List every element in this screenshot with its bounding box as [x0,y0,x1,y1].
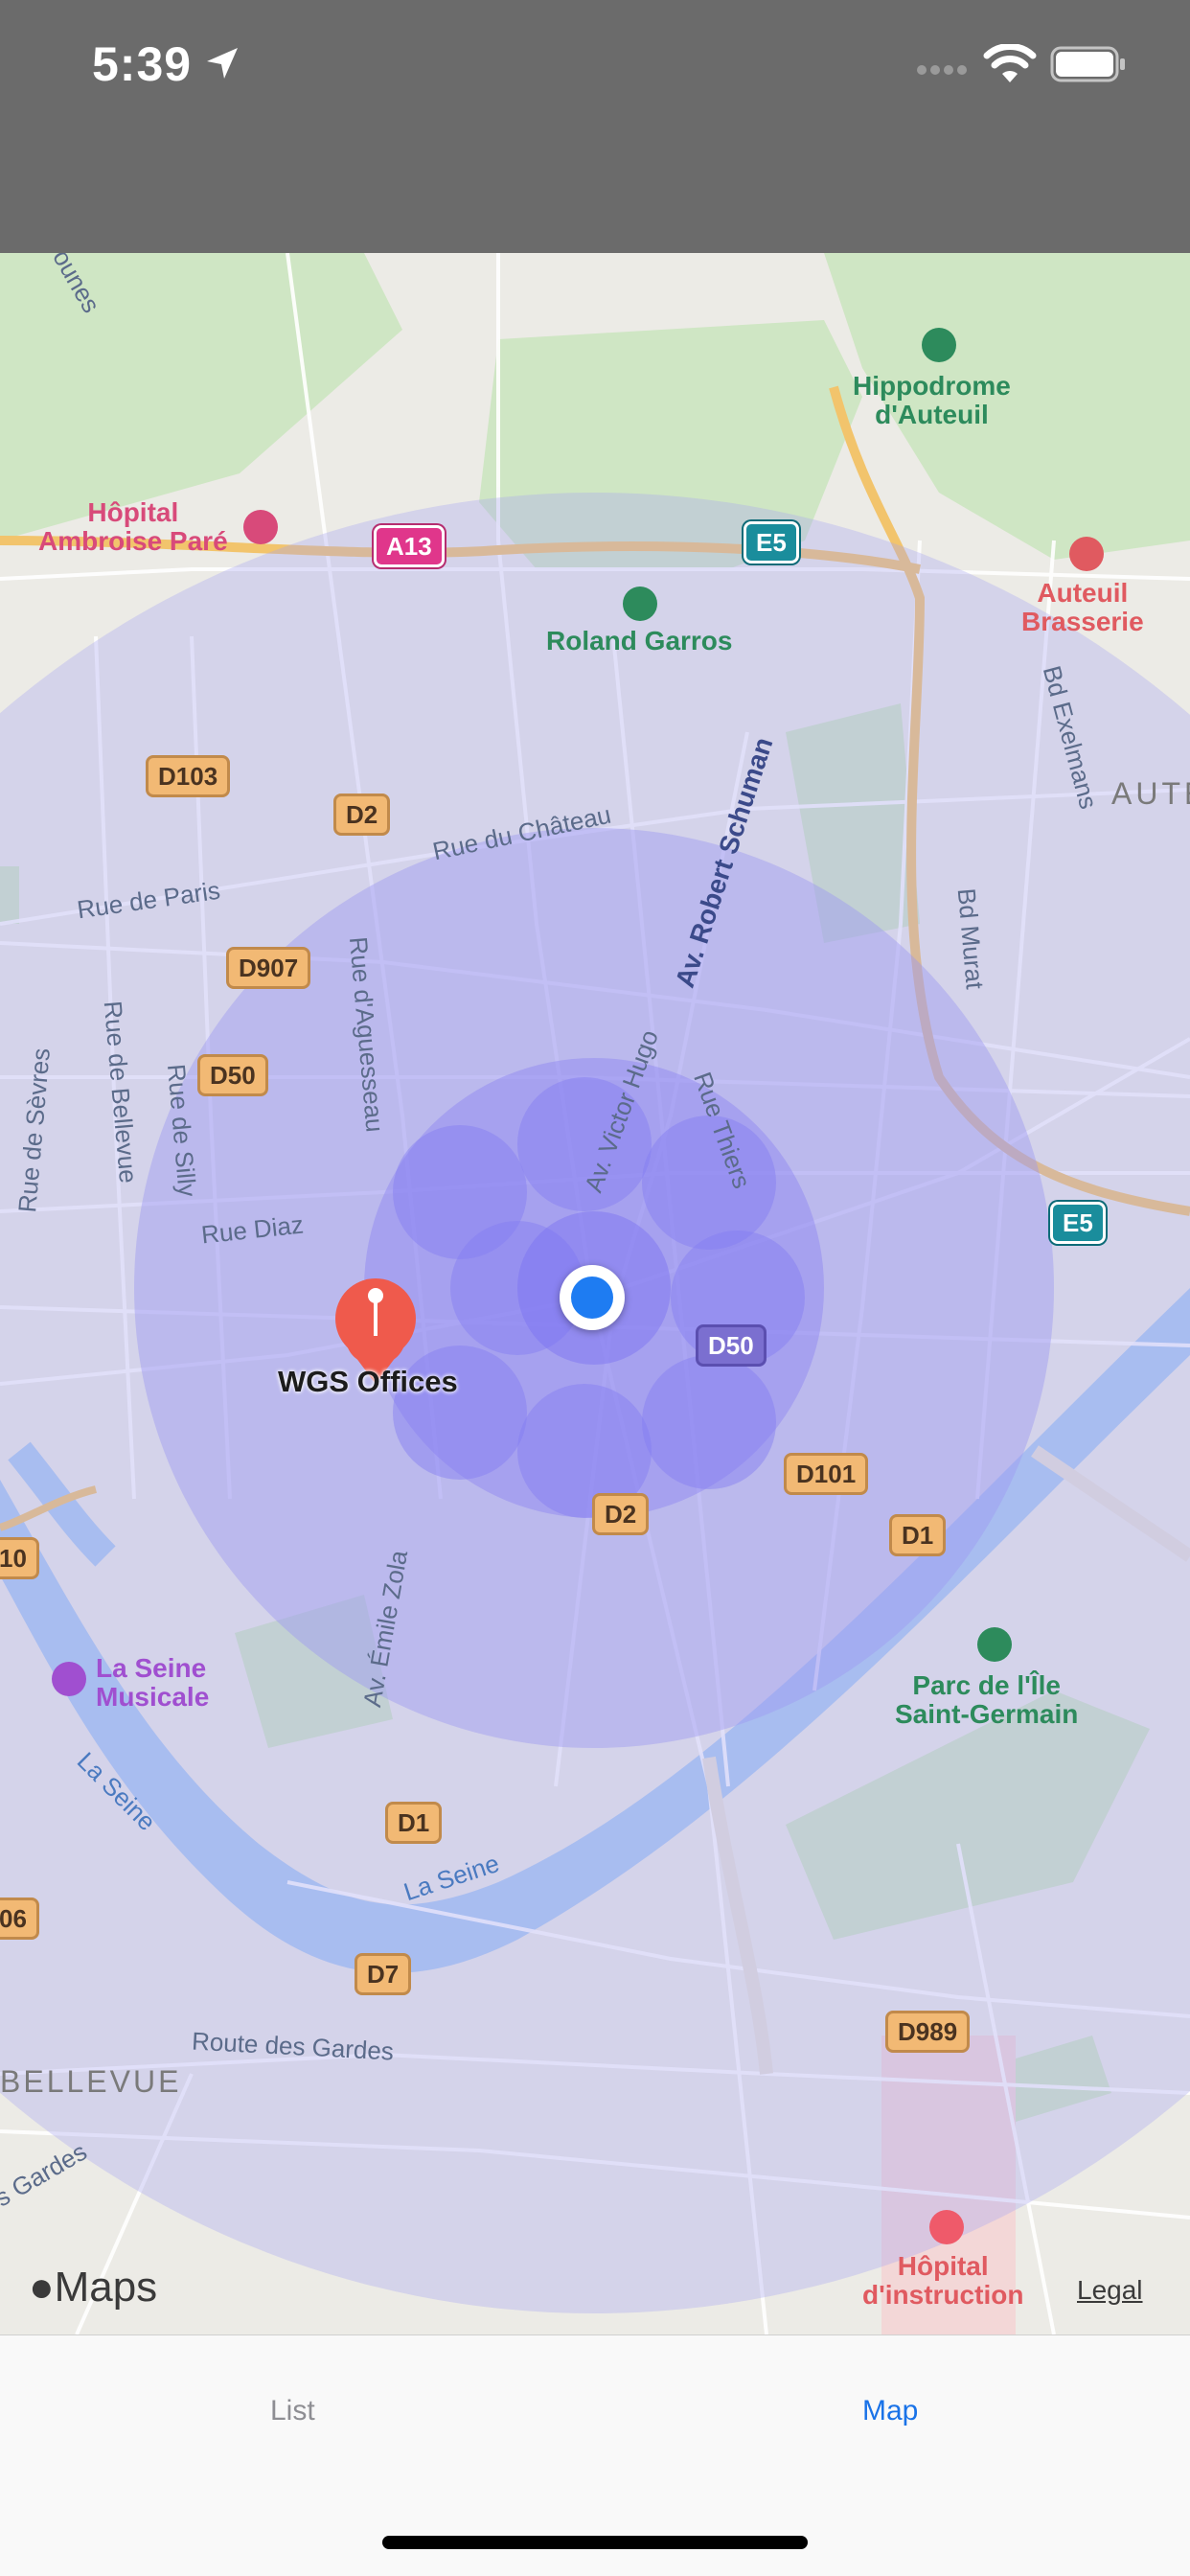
location-arrow-icon [207,48,238,79]
road-shield-d989: D989 [885,2011,971,2053]
road-shield-d101: D101 [784,1453,869,1495]
poi-hopital-instruction-label[interactable]: Hôpital d'instruction [862,2252,1023,2310]
road-shield: 10 [0,1537,39,1579]
apple-logo-icon: ● [29,2264,55,2311]
road-shield-d50: D50 [197,1054,268,1096]
road-shield-d907: D907 [226,947,311,989]
map-view[interactable]: Hippodrome d'Auteuil Hôpital Ambroise Pa… [0,253,1190,2334]
area-bellevue-label: BELLEVUE [0,2064,182,2099]
road-shield-d50: D50 [696,1324,767,1367]
road-shield-d2: D2 [333,794,391,836]
tab-list[interactable]: List [270,2395,315,2427]
poi-hopital-ambroise-label[interactable]: Hôpital Ambroise Paré [38,498,228,556]
user-location-icon[interactable] [560,1265,625,1330]
road-shield-e5: E5 [1050,1202,1106,1244]
tab-map[interactable]: Map [862,2395,918,2427]
poi-roland-garros-label[interactable]: Roland Garros [546,627,732,656]
maps-attribution: ●Maps [29,2264,158,2311]
poi-auteuil-brasserie-label[interactable]: Auteuil Brasserie [1021,579,1144,636]
status-bar: 5:39 [0,0,1190,253]
road-shield-d103: D103 [146,755,231,797]
road-shield-a13: A13 [374,525,445,567]
poi-la-seine-musicale-label[interactable]: La Seine Musicale [96,1654,209,1712]
poi-parc-ile-label[interactable]: Parc de l'Île Saint-Germain [895,1671,1078,1729]
legal-link[interactable]: Legal [1077,2275,1143,2306]
home-indicator[interactable] [382,2536,808,2549]
road-shield-d1: D1 [889,1514,947,1556]
road-shield-d7: D7 [355,1953,412,1995]
status-time: 5:39 [92,37,193,91]
road-shield-e5: E5 [744,521,799,564]
battery-icon [1050,46,1125,82]
area-auteuil-label: AUTE [1111,776,1190,811]
pin-label[interactable]: WGS Offices [278,1365,458,1399]
road-shield-d1: D1 [385,1802,443,1844]
signal-icon [917,65,967,75]
poi-hippodrome-label[interactable]: Hippodrome d'Auteuil [853,372,1011,429]
wifi-icon [983,44,1037,82]
road-shield-d2: D2 [592,1493,650,1535]
road-shield: 06 [0,1898,39,1940]
